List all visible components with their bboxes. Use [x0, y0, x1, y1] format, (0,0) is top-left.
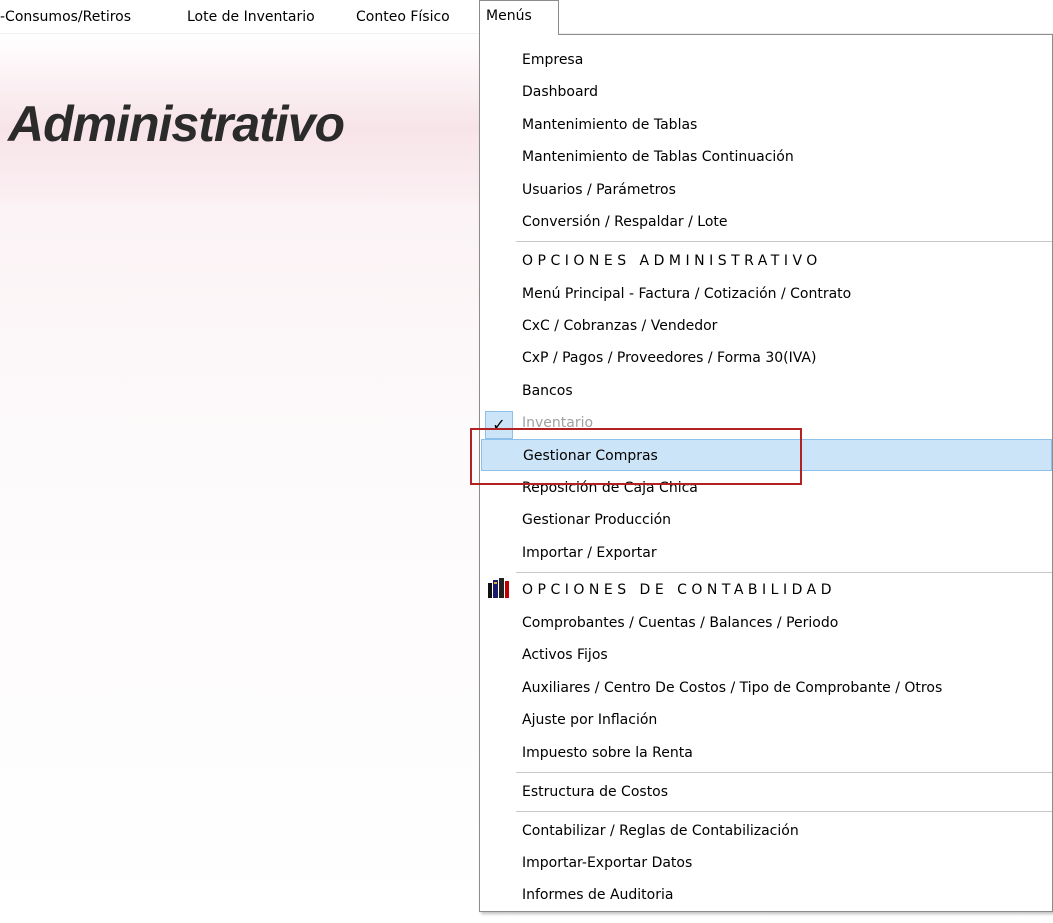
menu-item-cxc[interactable]: CxC / Cobranzas / Vendedor — [481, 310, 1052, 342]
menu-item-conversion-respaldar-lote[interactable]: Conversión / Respaldar / Lote — [481, 206, 1052, 238]
menu-item-empresa[interactable]: Empresa — [481, 44, 1052, 76]
menu-item-impuesto-renta[interactable]: Impuesto sobre la Renta — [481, 737, 1052, 769]
menu-item-comprobantes[interactable]: Comprobantes / Cuentas / Balances / Peri… — [481, 607, 1052, 639]
annotation-highlight-box — [470, 428, 802, 485]
menu-bar: -Consumos/Retiros Lote de Inventario Con… — [0, 0, 1053, 35]
menu-item-mantenimiento-tablas[interactable]: Mantenimiento de Tablas — [481, 109, 1052, 141]
menu-item-activos-fijos[interactable]: Activos Fijos — [481, 639, 1052, 671]
menu-item-importar-exportar[interactable]: Importar / Exportar — [481, 537, 1052, 569]
menu-item-gestionar-produccion[interactable]: Gestionar Producción — [481, 504, 1052, 536]
menu-item-importar-exportar-datos[interactable]: Importar-Exportar Datos — [481, 847, 1052, 879]
menu-conteo-fisico[interactable]: Conteo Físico — [350, 0, 456, 34]
menu-separator — [516, 811, 1052, 812]
menu-item-auxiliares[interactable]: Auxiliares / Centro De Costos / Tipo de … — [481, 672, 1052, 704]
menu-separator — [516, 572, 1052, 573]
menu-lote-de-inventario[interactable]: Lote de Inventario — [181, 0, 321, 34]
menu-item-bancos[interactable]: Bancos — [481, 375, 1052, 407]
menu-item-contabilizar[interactable]: Contabilizar / Reglas de Contabilización — [481, 815, 1052, 847]
menu-separator — [516, 772, 1052, 773]
menu-item-menu-principal[interactable]: Menú Principal - Factura / Cotización / … — [481, 278, 1052, 310]
section-header-contabilidad[interactable]: OPCIONES DE CONTABILIDAD — [481, 574, 1052, 606]
menu-item-informes-auditoria[interactable]: Informes de Auditoria — [481, 879, 1052, 911]
menu-consumos-retiros[interactable]: -Consumos/Retiros — [0, 0, 137, 34]
menu-item-cxp[interactable]: CxP / Pagos / Proveedores / Forma 30(IVA… — [481, 342, 1052, 374]
menu-item-estructura-costos[interactable]: Estructura de Costos — [481, 776, 1052, 808]
menu-item-mantenimiento-tablas-continuacion[interactable]: Mantenimiento de Tablas Continuación — [481, 141, 1052, 173]
menu-item-dashboard[interactable]: Dashboard — [481, 76, 1052, 108]
menu-item-usuarios-parametros[interactable]: Usuarios / Parámetros — [481, 174, 1052, 206]
menu-menus[interactable]: Menús — [479, 0, 559, 35]
menu-separator — [516, 241, 1052, 242]
section-header-administrativo[interactable]: OPCIONES ADMINISTRATIVO — [481, 245, 1052, 277]
app-brand-title: Administrativo — [8, 96, 345, 152]
menu-item-ajuste-inflacion[interactable]: Ajuste por Inflación — [481, 704, 1052, 736]
